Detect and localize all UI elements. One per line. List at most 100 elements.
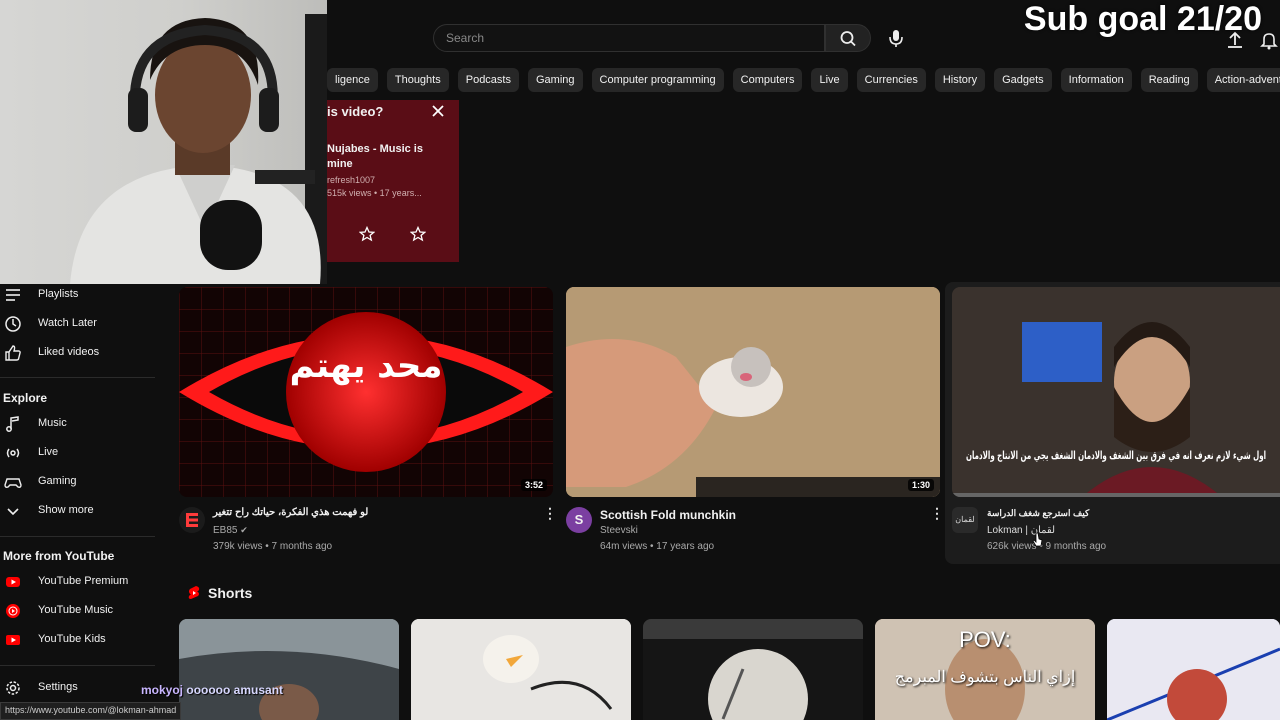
short-card[interactable]: [411, 619, 631, 720]
star-icon[interactable]: [410, 226, 426, 242]
channel-avatar[interactable]: [179, 507, 205, 533]
sidebar-item-youtube-premium[interactable]: YouTube Premium: [0, 571, 160, 595]
chip[interactable]: Reading: [1140, 68, 1198, 92]
video-meta: 379k views • 7 months ago: [213, 541, 333, 552]
stream-sub-goal: Sub goal 21/20: [1023, 0, 1262, 38]
sidebar-item-youtube-kids[interactable]: YouTube Kids: [0, 629, 160, 653]
chip[interactable]: Computer programming: [591, 68, 724, 92]
chip[interactable]: Information: [1060, 68, 1132, 92]
short-overlay-text: إزاي الناس بتشوف المبرمج: [894, 669, 1076, 686]
short-card[interactable]: [179, 619, 399, 720]
more-options-icon[interactable]: ⋮: [930, 505, 944, 522]
star-icon[interactable]: [359, 226, 375, 242]
sidebar-item-label: Gaming: [38, 475, 77, 487]
chat-text: oooooo amusant: [186, 683, 284, 697]
short-card[interactable]: [643, 619, 863, 720]
channel-name[interactable]: EB85 ✔: [213, 525, 248, 536]
video-meta: 64m views • 17 years ago: [600, 541, 715, 552]
sidebar-divider: [0, 377, 155, 378]
shorts-heading: Shorts: [208, 585, 253, 601]
chip[interactable]: Computers: [732, 68, 803, 92]
sidebar-item-label: Playlists: [38, 288, 79, 300]
thumbnail-text: محد يهتم: [290, 346, 443, 386]
channel-name[interactable]: Steevski: [600, 525, 638, 536]
channel-name[interactable]: Lokman | لقمان: [987, 525, 1055, 536]
chip[interactable]: Live: [811, 68, 848, 92]
sidebar-item-settings[interactable]: Settings: [0, 677, 160, 701]
video-feedback-popup: is video? Nujabes - Music is mine refres…: [327, 100, 459, 262]
popup-question: is video?: [327, 104, 384, 119]
chat-username: mokyoj: [141, 683, 184, 697]
chevron-down-icon: [7, 508, 19, 516]
search-input[interactable]: Search: [433, 24, 825, 52]
video-title[interactable]: لو فهمت هذي الفكرة، حياتك راح تتغير: [213, 507, 523, 518]
video-title[interactable]: Scottish Fold munchkin: [600, 508, 736, 522]
sidebar-item-gaming[interactable]: Gaming: [0, 471, 160, 495]
sidebar-item-liked-videos[interactable]: Liked videos: [0, 342, 160, 366]
sidebar-item-watch-later[interactable]: Watch Later: [0, 313, 160, 337]
video-card-hovered[interactable]: اول شيء لازم نعرف انه في فرق بين الشغف و…: [945, 282, 1280, 564]
search-button[interactable]: [825, 24, 871, 52]
sidebar-item-playlists[interactable]: Playlists: [0, 284, 160, 308]
chip[interactable]: Gaming: [527, 68, 583, 92]
sidebar-item-label: Watch Later: [38, 317, 97, 329]
sidebar-item-youtube-music[interactable]: YouTube Music: [0, 600, 160, 624]
sidebar-item-label: YouTube Music: [38, 604, 114, 616]
sidebar-item-label: YouTube Kids: [38, 633, 106, 645]
gamepad-icon: [4, 478, 22, 488]
channel-avatar[interactable]: S: [566, 507, 592, 533]
popup-channel: refresh1007: [327, 175, 376, 185]
kitten-thumbnail-graphic: [566, 287, 940, 497]
shorts-icon: [188, 586, 200, 599]
sidebar-item-live[interactable]: Live: [0, 442, 160, 466]
verified-icon: ✔: [240, 525, 248, 535]
microphone-icon: [889, 30, 903, 47]
chip[interactable]: Action-adventure gam: [1206, 68, 1280, 92]
sidebar-item-label: Music: [38, 417, 67, 429]
sidebar-item-music[interactable]: Music: [0, 413, 160, 437]
clock-icon: [5, 316, 21, 332]
streamer-webcam-image: [70, 14, 327, 284]
notifications-bell-icon[interactable]: [1259, 30, 1279, 50]
short-thumbnail-graphic: [411, 619, 631, 720]
sidebar-item-label: Liked videos: [38, 346, 100, 358]
more-options-icon[interactable]: ⋮: [543, 505, 557, 522]
music-note-icon: [6, 416, 19, 432]
chip[interactable]: Currencies: [856, 68, 926, 92]
sidebar-item-label: Live: [38, 446, 59, 458]
more-from-youtube-heading: More from YouTube: [3, 549, 115, 563]
webcam-overlay: [0, 0, 327, 284]
sidebar-show-more[interactable]: Show more: [0, 500, 160, 524]
chip[interactable]: Podcasts: [457, 68, 519, 92]
video-card[interactable]: محد يهتم 3:52 لو فهمت هذي الفكرة، حياتك …: [179, 287, 557, 557]
channel-avatar[interactable]: لقمان: [952, 507, 978, 533]
video-title[interactable]: كيف استرجع شغف الدراسة: [987, 508, 1089, 519]
youtube-premium-icon: [6, 577, 20, 587]
mouse-cursor-icon: [1032, 532, 1043, 547]
sidebar-item-label: YouTube Premium: [38, 575, 129, 587]
voice-search-button[interactable]: [880, 23, 912, 53]
stream-chat-message: mokyoj oooooo amusant: [141, 683, 283, 697]
chip[interactable]: History: [934, 68, 986, 92]
short-thumbnail-graphic: [643, 619, 863, 720]
thumbnail-caption: اول شيء لازم نعرف انه في فرق بين الشغف و…: [966, 449, 1266, 463]
popup-meta: 515k views • 17 years...: [327, 188, 422, 198]
chip[interactable]: Gadgets: [994, 68, 1052, 92]
short-card[interactable]: [1107, 619, 1280, 720]
eb85-logo-icon: [186, 513, 198, 527]
video-thumbnail[interactable]: 1:30: [566, 287, 940, 497]
search-placeholder: Search: [446, 31, 485, 45]
video-card[interactable]: 1:30 S Scottish Fold munchkin Steevski 6…: [566, 287, 944, 557]
playlist-icon: [6, 289, 20, 301]
youtube-music-icon: [6, 604, 20, 618]
chip[interactable]: Thoughts: [386, 68, 449, 92]
video-meta: 626k views • 9 months ago: [987, 541, 1107, 552]
chip[interactable]: ligence: [327, 68, 378, 92]
short-card[interactable]: POV: إزاي الناس بتشوف المبرمج: [875, 619, 1095, 720]
close-icon[interactable]: [431, 104, 445, 118]
live-icon: [6, 448, 20, 458]
video-thumbnail[interactable]: محد يهتم 3:52: [179, 287, 553, 497]
popup-video-title: Nujabes - Music is mine: [327, 143, 423, 170]
category-chips: ligence Thoughts Podcasts Gaming Computer pr…: [327, 68, 1280, 92]
video-thumbnail[interactable]: اول شيء لازم نعرف انه في فرق بين الشغف و…: [952, 287, 1280, 497]
